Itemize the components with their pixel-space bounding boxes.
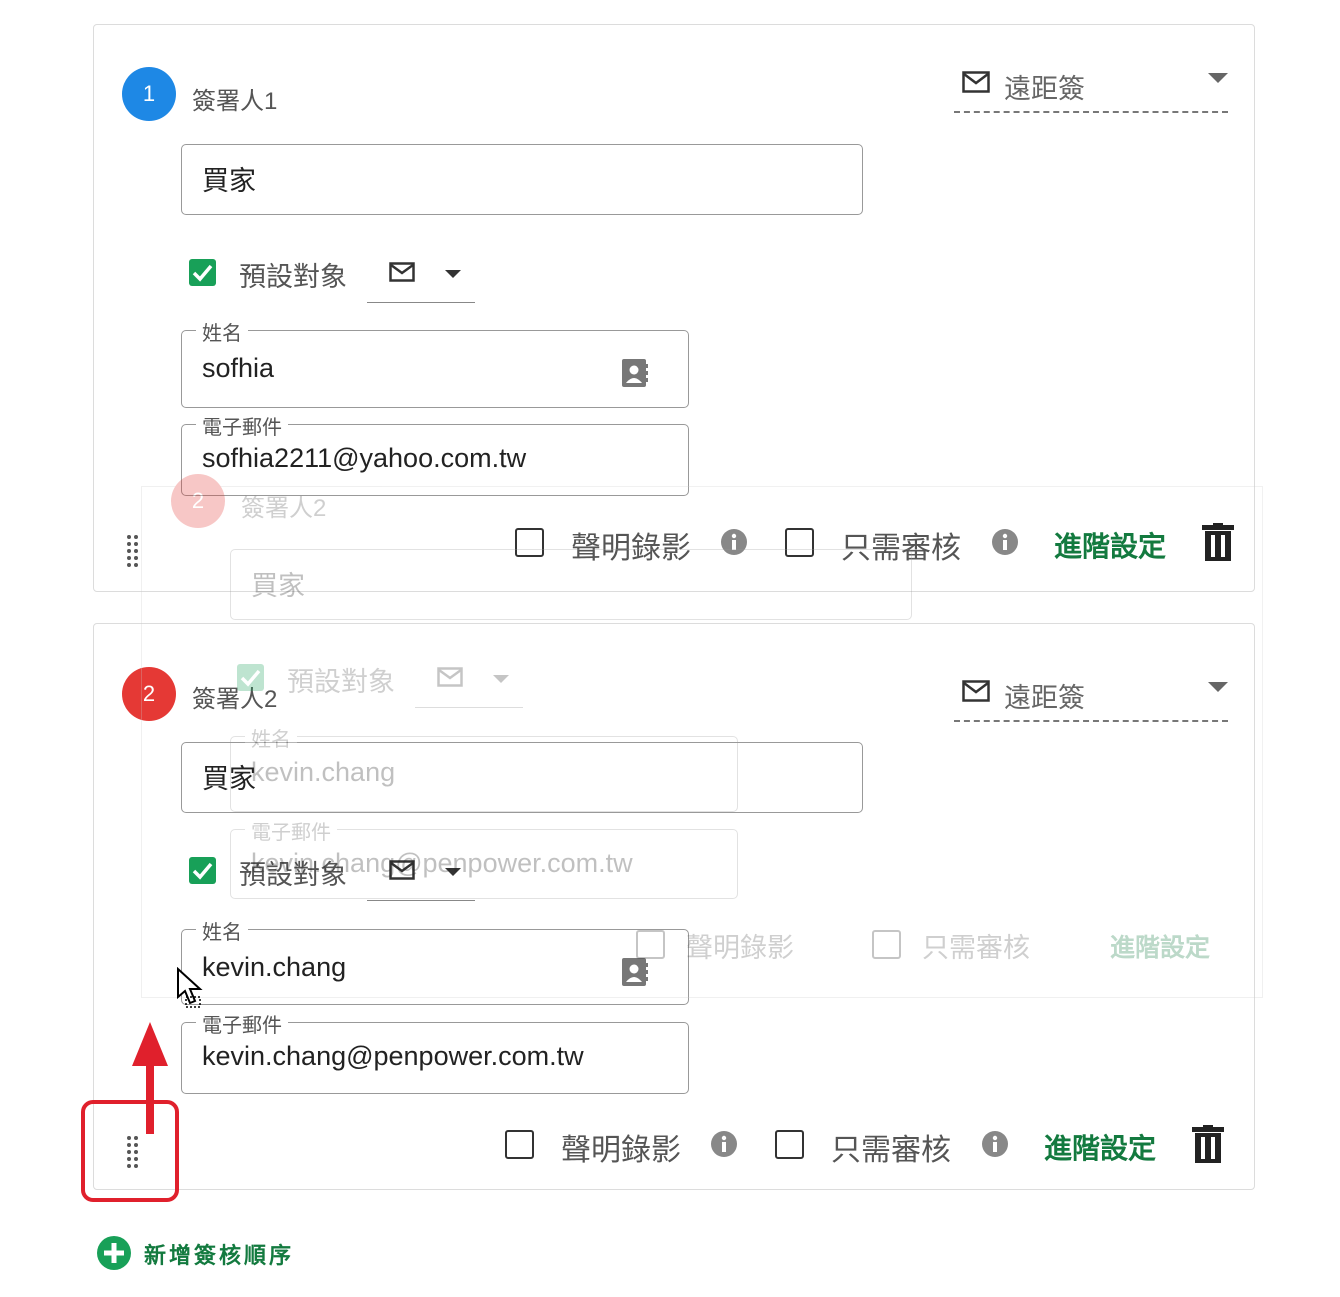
name-value: sofhia [202, 353, 275, 383]
video-statement-label: 聲明錄影 [561, 1134, 681, 1167]
role-input[interactable]: 買家 [181, 742, 863, 813]
trash-icon[interactable] [1192, 1125, 1224, 1163]
signer-label: 簽署人2 [192, 686, 278, 713]
review-only-label: 只需審核 [841, 532, 961, 565]
add-signing-order-label: 新增簽核順序 [144, 1243, 295, 1268]
caret-down-icon [1208, 73, 1228, 83]
plus-circle-icon [97, 1236, 131, 1270]
info-icon[interactable] [981, 1130, 1009, 1158]
mail-icon [389, 860, 415, 880]
name-field-label: 姓名 [196, 916, 248, 945]
email-field-label: 電子郵件 [196, 1009, 288, 1038]
sign-mode-value: 遠距簽 [1004, 74, 1085, 104]
name-field-label: 姓名 [196, 317, 248, 346]
info-icon[interactable] [720, 528, 748, 556]
email-value: kevin.chang@penpower.com.tw [202, 1041, 584, 1071]
cursor-icon [177, 967, 203, 1008]
name-field[interactable]: 姓名 sofhia [181, 317, 689, 408]
default-target-label: 預設對象 [239, 262, 347, 292]
video-statement-checkbox[interactable] [505, 1130, 534, 1159]
email-field[interactable]: 電子郵件 kevin.chang@penpower.com.tw [181, 1009, 689, 1094]
sign-mode-select[interactable]: 遠距簽 [954, 676, 1228, 722]
sign-mode-select[interactable]: 遠距簽 [954, 67, 1228, 113]
mail-icon [962, 71, 990, 93]
advanced-settings-link[interactable]: 進階設定 [1054, 525, 1166, 565]
contact-card-icon[interactable] [622, 359, 648, 387]
signer-card-2: 2 簽署人2 遠距簽 買家 預設對象 姓名 kevin.chang 電子郵件 k… [93, 623, 1255, 1190]
info-icon[interactable] [991, 528, 1019, 556]
contact-method-dropdown[interactable] [367, 262, 475, 303]
caret-down-icon [445, 868, 461, 876]
info-icon[interactable] [710, 1130, 738, 1158]
email-value: sofhia2211@yahoo.com.tw [202, 443, 527, 473]
drag-handle-highlight [81, 1100, 179, 1202]
mail-icon [389, 262, 415, 282]
caret-down-icon [1208, 682, 1228, 692]
email-field-label: 電子郵件 [196, 411, 288, 440]
drag-handle-icon[interactable] [126, 534, 140, 570]
signer-label: 簽署人1 [192, 88, 278, 115]
review-only-checkbox[interactable] [775, 1130, 804, 1159]
default-target-checkbox[interactable] [189, 857, 216, 884]
contact-method-dropdown[interactable] [367, 860, 475, 901]
name-field[interactable]: 姓名 kevin.chang [181, 916, 689, 1005]
name-value: kevin.chang [202, 952, 347, 982]
signer-number-badge: 2 [122, 667, 176, 721]
trash-icon[interactable] [1202, 523, 1234, 561]
default-target-checkbox[interactable] [189, 259, 216, 286]
mail-icon [962, 680, 990, 702]
contact-card-icon[interactable] [622, 958, 648, 986]
review-only-label: 只需審核 [831, 1134, 951, 1167]
video-statement-label: 聲明錄影 [571, 532, 691, 565]
signer-number-badge: 1 [122, 67, 176, 121]
review-only-checkbox[interactable] [785, 528, 814, 557]
caret-down-icon [445, 270, 461, 278]
advanced-settings-link[interactable]: 進階設定 [1044, 1127, 1156, 1167]
default-target-label: 預設對象 [239, 860, 347, 890]
video-statement-checkbox[interactable] [515, 528, 544, 557]
signer-card-1: 1 簽署人1 遠距簽 買家 預設對象 姓名 sofhia 電子郵件 sofhia… [93, 24, 1255, 592]
sign-mode-value: 遠距簽 [1004, 683, 1085, 713]
email-field[interactable]: 電子郵件 sofhia2211@yahoo.com.tw [181, 411, 689, 496]
role-input[interactable]: 買家 [181, 144, 863, 215]
